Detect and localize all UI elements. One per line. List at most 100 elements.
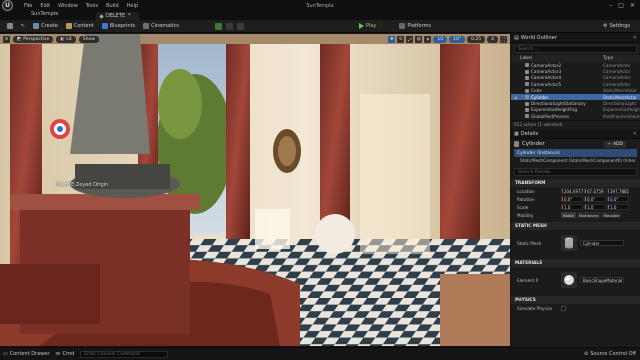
mode-buttons [214,22,244,30]
static-mesh-thumbnail[interactable] [561,235,577,251]
scale-y-field[interactable]: 1.0 [584,204,606,210]
simulate-physics-checkbox[interactable] [561,305,566,311]
level-viewport[interactable]: DELETE Zeyed Origin ≡ ◩ Perspective ◐ Li… [0,34,510,346]
perspective-button[interactable]: ◩ Perspective [13,36,54,43]
mode-foliage-icon[interactable] [236,22,244,30]
camera-speed-button[interactable]: 4 [487,36,498,43]
details-search-input[interactable]: Search Details [514,168,637,176]
item-type: PostProcessVolume [603,113,640,119]
location-y-field[interactable]: 67.6759 [584,188,606,194]
rotation-row: Rotation 0.0° 0.0° 0.0° [511,195,640,203]
maximize-icon[interactable]: □ [618,2,624,9]
actor-icon [525,75,529,80]
play-options-chevron-icon[interactable]: ⋮ [378,23,383,29]
mobility-label: Mobility [517,212,534,218]
location-z-field[interactable]: 397.7881 [607,188,629,194]
show-button[interactable]: Show [78,36,99,43]
platforms-button[interactable]: Platforms [395,21,435,31]
details-search-placeholder: Search Details [518,169,551,175]
add-component-button[interactable]: + ADD [604,140,626,148]
cmd-icon: ≫ [55,351,61,357]
section-physics[interactable]: PHYSICS [511,296,640,304]
surface-snap-icon[interactable]: ⌗ [424,36,432,43]
tab-level[interactable]: DELETE * [96,12,139,20]
menu-build[interactable]: Build [106,3,119,9]
mobility-movable[interactable]: Movable [601,212,622,218]
mobility-static[interactable]: Static [561,212,576,218]
actor-name[interactable]: Cylinder [522,141,545,147]
rotation-snap-button[interactable]: 10° [449,36,466,43]
location-x-field[interactable]: 204.6977 [561,188,583,194]
section-materials[interactable]: MATERIALS [511,259,640,267]
column-label[interactable]: Label [520,56,532,61]
mode-landscape-icon[interactable] [225,22,233,30]
scene-render[interactable] [0,34,510,346]
save-button[interactable] [3,21,17,31]
cmd-selector[interactable]: ≫ Cmd [55,351,74,357]
close-icon[interactable]: ✕ [630,2,635,9]
minimize-icon[interactable]: – [609,2,612,9]
mobility-stationary[interactable]: Stationary [576,212,601,218]
content-button[interactable]: Content [62,21,98,31]
rotation-z-field[interactable]: 0.0° [607,196,629,202]
component-root[interactable]: Cylinder (Instance) [514,149,637,157]
viewport-options-icon[interactable]: ≡ [3,36,10,43]
menu-help[interactable]: Help [127,3,138,9]
section-transform[interactable]: TRANSFORM [511,179,640,187]
world-space-icon[interactable]: ◍ [415,36,423,43]
mode-select-icon[interactable] [214,22,222,30]
scale-z-field[interactable]: 1.0 [607,204,629,210]
select-mode-button[interactable]: ↖ [17,21,29,31]
play-button[interactable]: Play ⋮ [358,23,383,29]
material-picker[interactable]: BasicShapeMaterial [580,277,624,283]
blueprints-button[interactable]: Blueprints [98,21,139,31]
material-value: BasicShapeMaterial [583,277,623,283]
details-icon: ▦ [514,131,519,137]
list-item[interactable]: GlobalPostProcess PostProcessVolume [511,113,640,119]
menu-file[interactable]: File [24,3,32,9]
cinematics-button[interactable]: Cinematics [139,21,183,31]
material-element-label: Element 0 [517,277,539,283]
rotation-y-field[interactable]: 0.0° [584,196,606,202]
plus-icon: + [607,141,611,147]
settings-button[interactable]: ⚙ Settings [599,21,634,31]
actor-icon [525,101,529,106]
unreal-logo-icon[interactable]: U [2,0,13,11]
cylinder-thumbnail-icon [565,237,573,249]
component-static-mesh[interactable]: StaticMeshComponent (StaticMeshComponent… [520,157,640,164]
close-details-icon[interactable]: ✕ [633,131,637,137]
rotation-x-field[interactable]: 0.0° [561,196,583,202]
create-button[interactable]: Create [29,21,62,31]
grid-snap-button[interactable]: 10 [433,36,448,43]
menu-edit[interactable]: Edit [40,3,50,9]
status-bar: ▭ Content Drawer ≫ Cmd Enter Console Com… [0,347,640,360]
tab-bar: SunTemple DELETE * [0,11,640,20]
scale-x-field[interactable]: 1.0 [561,204,583,210]
column-type[interactable]: Type [603,56,613,61]
lit-button[interactable]: ◐ Lit [56,36,76,43]
menu-tools[interactable]: Tools [86,3,98,9]
console-command-input[interactable]: Enter Console Command [80,350,169,358]
actor-icon [525,95,529,100]
source-control-button[interactable]: ⊘ Source Control Off [584,351,636,357]
scale-snap-value: 0.25 [471,37,482,42]
menu-window[interactable]: Window [58,3,78,9]
material-sphere-icon [564,275,574,285]
material-thumbnail[interactable] [561,272,577,288]
details-actor-row: Cylinder + ADD [511,139,640,149]
lit-label: Lit [66,37,72,42]
section-static-mesh[interactable]: STATIC MESH [511,222,640,230]
gizmo-label-actor: DELETE [55,182,75,188]
scale-mode-icon[interactable]: ⤢ [406,36,414,43]
outliner-search-input[interactable]: Search... [514,45,637,53]
visibility-eye-icon[interactable]: ◉ [514,95,518,100]
close-outliner-icon[interactable]: ✕ [633,35,637,41]
content-drawer-button[interactable]: ▭ Content Drawer [3,351,49,357]
translate-mode-icon[interactable]: ✥ [388,36,396,43]
static-mesh-picker[interactable]: Cylinder [580,240,624,246]
maximize-viewport-icon[interactable]: ⛶ [500,36,507,43]
outliner-footer: 612 actors (1 selected) [511,120,640,127]
scale-snap-button[interactable]: 0.25 [467,36,486,43]
platforms-label: Platforms [407,23,432,29]
rotate-mode-icon[interactable]: ↻ [397,36,405,43]
